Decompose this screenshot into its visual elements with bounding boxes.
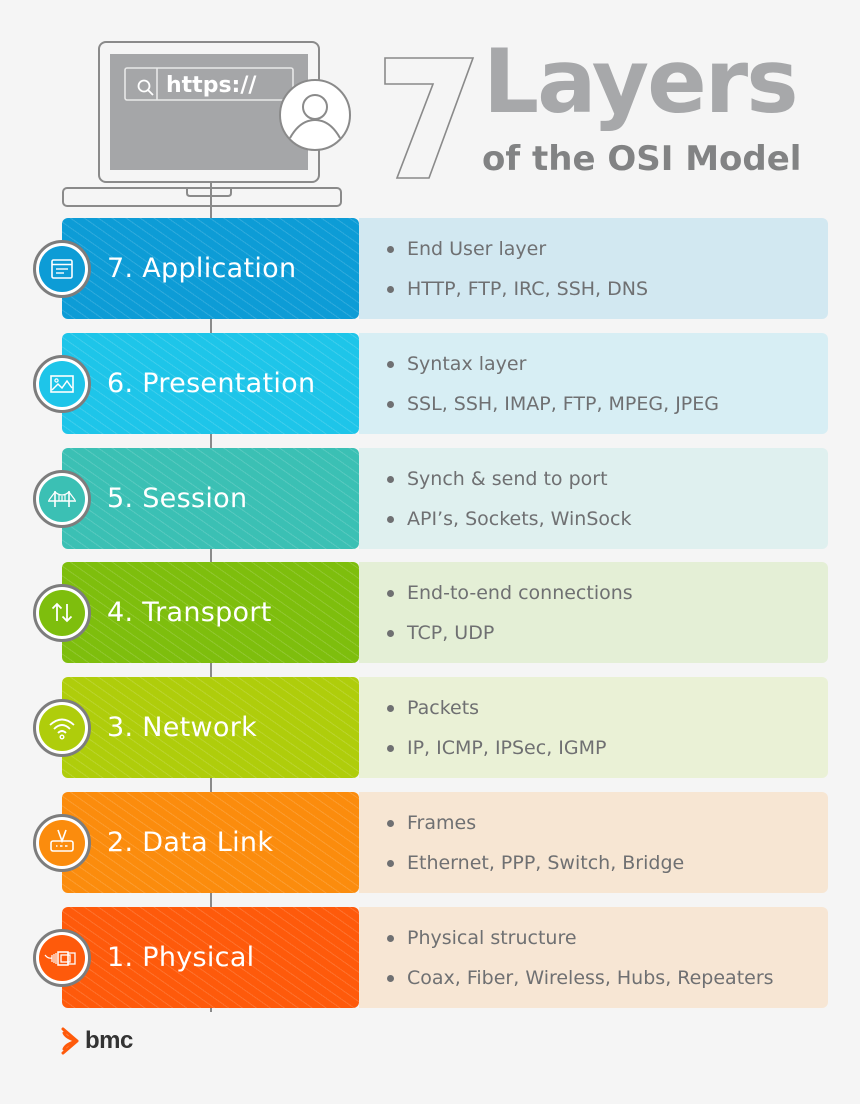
layer-bullet-item: End User layer [385,236,648,276]
layer-bullet-item: End-to-end connections [385,580,633,620]
bmc-logo-text: bmc [85,1027,133,1054]
title-number-seven [383,56,475,180]
router-icon [50,829,74,852]
layer-icon-badge [33,240,91,298]
layer-title-panel: 5. Session [62,448,359,549]
wifi-icon [49,718,75,740]
layer-name: 1. Physical [107,942,255,973]
layer-details-panel: Physical structure Coax, Fiber, Wireless,… [359,907,828,1008]
layer-bullet-list: End User layer HTTP, FTP, IRC, SSH, DNS [385,236,648,316]
layer-name: 2. Data Link [107,827,274,858]
osi-layer-row: 3. Network Packets IP, ICMP, IPSec, IGMP [33,677,828,778]
layer-name: 6. Presentation [107,368,316,399]
layer-name: 3. Network [107,712,258,743]
layer-bullet-item: Frames [385,810,684,850]
layer-title-panel: 1. Physical [62,907,359,1008]
layer-title-panel: 4. Transport [62,562,359,663]
layer-bullet-list: Packets IP, ICMP, IPSec, IGMP [385,695,606,775]
layer-bullet-list: Syntax layer SSL, SSH, IMAP, FTP, MPEG, J… [385,351,719,431]
cable-connector-icon [44,951,76,966]
user-avatar-icon [278,78,352,152]
layer-bullet-item: Syntax layer [385,351,719,391]
search-icon [136,78,156,98]
osi-layer-row: 2. Data Link Frames Ethernet, PPP, Switch,… [33,792,828,893]
osi-layer-row: 6. Presentation Syntax layer SSL, SSH, IMA… [33,333,828,434]
browser-window-icon [51,259,73,279]
osi-layer-row: 1. Physical Physical structure Coax, Fiber… [33,907,828,1008]
layer-bullet-item: IP, ICMP, IPSec, IGMP [385,735,606,775]
layer-title-panel: 3. Network [62,677,359,778]
bridge-icon [48,491,76,507]
layer-bullet-item: Physical structure [385,925,774,965]
layer-title-panel: 6. Presentation [62,333,359,434]
up-down-arrows-icon [51,602,73,623]
layer-details-panel: Syntax layer SSL, SSH, IMAP, FTP, MPEG, J… [359,333,828,434]
layer-bullet-item: Coax, Fiber, Wireless, Hubs, Repeaters [385,965,774,1005]
osi-layer-row: 5. Session Synch & send to port API’s, Soc… [33,448,828,549]
layer-name: 4. Transport [107,597,272,628]
layer-bullet-item: SSL, SSH, IMAP, FTP, MPEG, JPEG [385,391,719,431]
layer-name: 5. Session [107,483,248,514]
layer-icon-badge [33,699,91,757]
layer-icon-badge [33,929,91,987]
title-subtitle: of the OSI Model [482,139,802,179]
layer-details-panel: End User layer HTTP, FTP, IRC, SSH, DNS [359,218,828,319]
layer-icon-badge [33,814,91,872]
layer-bullet-list: End-to-end connections TCP, UDP [385,580,633,660]
osi-layer-row: 4. Transport End-to-end connections TCP, U… [33,562,828,663]
bmc-logo: bmc [60,1025,133,1057]
layer-icon-badge [33,355,91,413]
layer-bullet-item: Packets [385,695,606,735]
layer-bullet-list: Frames Ethernet, PPP, Switch, Bridge [385,810,684,890]
layer-details-panel: End-to-end connections TCP, UDP [359,562,828,663]
url-text: https:// [166,73,257,98]
layer-bullet-item: TCP, UDP [385,620,633,660]
bmc-logo-icon [61,1027,79,1055]
layer-details-panel: Synch & send to port API’s, Sockets, WinS… [359,448,828,549]
osi-layer-row: 7. Application End User layer HTTP, FTP, I… [33,218,828,319]
layer-title-panel: 7. Application [62,218,359,319]
image-icon [50,375,74,393]
layer-icon-badge [33,470,91,528]
layer-bullet-item: HTTP, FTP, IRC, SSH, DNS [385,276,648,316]
layer-bullet-item: Synch & send to port [385,466,631,506]
layer-bullet-item: API’s, Sockets, WinSock [385,506,631,546]
layer-title-panel: 2. Data Link [62,792,359,893]
layer-bullet-list: Synch & send to port API’s, Sockets, WinS… [385,466,631,546]
layer-bullet-list: Physical structure Coax, Fiber, Wireless,… [385,925,774,1005]
layer-name: 7. Application [107,253,297,284]
layer-bullet-item: Ethernet, PPP, Switch, Bridge [385,850,684,890]
layer-icon-badge [33,584,91,642]
layer-details-panel: Packets IP, ICMP, IPSec, IGMP [359,677,828,778]
title-main: Layers [483,30,799,133]
layer-details-panel: Frames Ethernet, PPP, Switch, Bridge [359,792,828,893]
